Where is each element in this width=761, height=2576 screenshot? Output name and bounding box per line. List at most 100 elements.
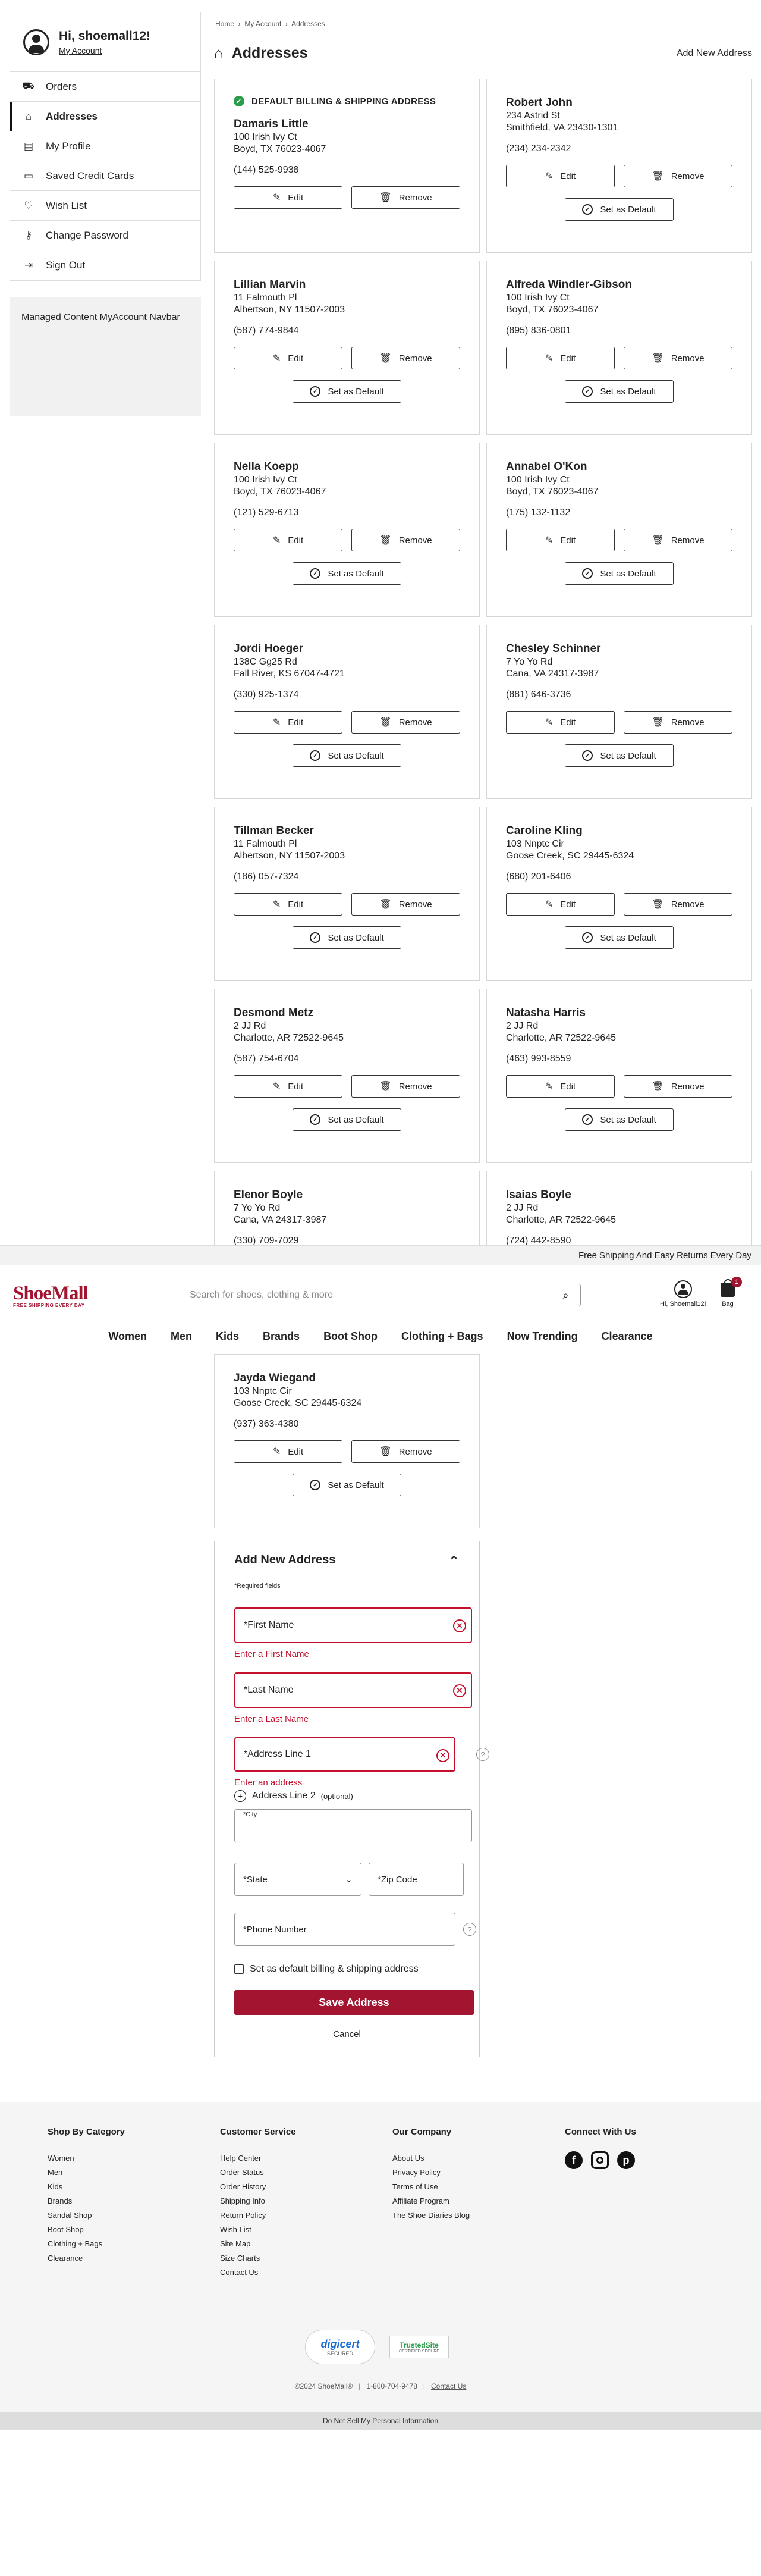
cancel-link[interactable]: Cancel [227,2029,467,2039]
digicert-badge[interactable]: digicert SECURED [305,2330,375,2364]
edit-address-button[interactable]: ✎ Edit [234,1075,342,1098]
remove-address-button[interactable]: 🗑 Remove [351,1075,460,1098]
footer-link[interactable]: Clearance [48,2251,125,2265]
footer-link[interactable]: Terms of Use [392,2180,470,2194]
remove-address-button[interactable]: 🗑 Remove [624,165,732,187]
remove-address-button[interactable]: 🗑 Remove [624,711,732,734]
do-not-sell-link[interactable]: Do Not Sell My Personal Information [0,2412,761,2430]
breadcrumb-home[interactable]: Home [215,20,234,28]
set-default-button[interactable]: ✓ Set as Default [565,198,674,221]
sidebar-item-my-profile[interactable]: ▤ My Profile [10,131,200,161]
edit-address-button[interactable]: ✎ Edit [506,893,615,916]
sidebar-item-wish-list[interactable]: ♡ Wish List [10,191,200,221]
sidebar-item-saved-credit-cards[interactable]: ▭ Saved Credit Cards [10,161,200,191]
footer-link[interactable]: Brands [48,2194,125,2208]
footer-link[interactable]: Clothing + Bags [48,2237,125,2251]
set-default-button[interactable]: ✓ Set as Default [565,1108,674,1131]
contact-us-link[interactable]: Contact Us [431,2382,466,2390]
footer-link[interactable]: Order Status [220,2166,296,2180]
set-default-button[interactable]: ✓ Set as Default [293,926,401,949]
set-default-button[interactable]: ✓ Set as Default [293,744,401,767]
footer-link[interactable]: Sandal Shop [48,2208,125,2223]
sidebar-item-orders[interactable]: ⛟ Orders [10,72,200,102]
nav-clothing-bags[interactable]: Clothing + Bags [389,1330,495,1343]
remove-address-button[interactable]: 🗑 Remove [624,529,732,551]
nav-clearance[interactable]: Clearance [590,1330,665,1343]
search-input[interactable] [180,1284,537,1306]
footer-link[interactable]: The Shoe Diaries Blog [392,2208,470,2223]
instagram-icon[interactable] [591,2151,609,2169]
footer-link[interactable]: Affiliate Program [392,2194,470,2208]
set-default-button[interactable]: ✓ Set as Default [565,380,674,403]
set-default-button[interactable]: ✓ Set as Default [293,1108,401,1131]
nav-boot-shop[interactable]: Boot Shop [312,1330,389,1343]
phone-number-field[interactable]: *Phone Number [234,1913,455,1946]
zip-code-field[interactable]: *Zip Code [369,1863,464,1896]
footer-link[interactable]: Shipping Info [220,2194,296,2208]
footer-link[interactable]: Order History [220,2180,296,2194]
nav-kids[interactable]: Kids [204,1330,251,1343]
edit-address-button[interactable]: ✎ Edit [234,893,342,916]
add-address-line2-button[interactable]: + Address Line 2 (optional) [234,1790,467,1802]
footer-link[interactable]: Men [48,2166,125,2180]
remove-address-button[interactable]: 🗑 Remove [624,347,732,369]
help-icon[interactable]: ? [463,1923,476,1936]
edit-address-button[interactable]: ✎ Edit [234,347,342,369]
city-field[interactable]: *City [234,1809,472,1842]
footer-link[interactable]: About Us [392,2151,470,2166]
nav-now-trending[interactable]: Now Trending [495,1330,590,1343]
set-default-button[interactable]: ✓ Set as Default [293,562,401,585]
remove-address-button[interactable]: 🗑 Remove [351,529,460,551]
remove-address-button[interactable]: 🗑 Remove [624,1075,732,1098]
sidebar-item-change-password[interactable]: ⚷ Change Password [10,221,200,250]
remove-address-button[interactable]: 🗑 Remove [351,711,460,734]
set-default-button[interactable]: ✓ Set as Default [565,562,674,585]
edit-address-button[interactable]: ✎ Edit [234,529,342,551]
remove-address-button[interactable]: 🗑 Remove [624,893,732,916]
edit-address-button[interactable]: ✎ Edit [506,529,615,551]
form-header[interactable]: Add New Address ⌃ [234,1553,459,1568]
footer-link[interactable]: Wish List [220,2223,296,2237]
first-name-field[interactable]: *First Name ✕ [234,1607,472,1643]
nav-women[interactable]: Women [96,1330,159,1343]
footer-link[interactable]: Site Map [220,2237,296,2251]
save-address-button[interactable]: Save Address [234,1990,474,2015]
help-icon[interactable]: ? [476,1748,489,1761]
pinterest-icon[interactable]: p [617,2151,635,2169]
footer-link[interactable]: Boot Shop [48,2223,125,2237]
edit-address-button[interactable]: ✎ Edit [506,347,615,369]
my-account-link[interactable]: My Account [59,46,150,55]
last-name-field[interactable]: *Last Name ✕ [234,1672,472,1708]
footer-link[interactable]: Size Charts [220,2251,296,2265]
edit-address-button[interactable]: ✎ Edit [506,711,615,734]
edit-address-button[interactable]: ✎ Edit [234,711,342,734]
nav-brands[interactable]: Brands [251,1330,312,1343]
set-default-button[interactable]: ✓ Set as Default [293,1474,401,1496]
nav-men[interactable]: Men [159,1330,204,1343]
edit-address-button[interactable]: ✎ Edit [234,1440,342,1463]
footer-link[interactable]: Return Policy [220,2208,296,2223]
set-default-button[interactable]: ✓ Set as Default [565,926,674,949]
facebook-icon[interactable]: f [565,2151,583,2169]
remove-address-button[interactable]: 🗑 Remove [351,347,460,369]
remove-address-button[interactable]: 🗑 Remove [351,186,460,209]
sidebar-item-addresses[interactable]: ⌂ Addresses [10,102,200,131]
bag-button[interactable]: 1 Bag [721,1277,742,1308]
set-default-button[interactable]: ✓ Set as Default [565,744,674,767]
footer-link[interactable]: Women [48,2151,125,2166]
footer-link[interactable]: Kids [48,2180,125,2194]
clear-error-icon[interactable]: ✕ [453,1619,466,1632]
clear-error-icon[interactable]: ✕ [436,1749,449,1762]
clear-error-icon[interactable]: ✕ [453,1684,466,1697]
default-address-checkbox[interactable] [234,1964,244,1974]
sidebar-item-sign-out[interactable]: ⇥ Sign Out [10,250,200,280]
shoemall-logo[interactable]: ShoeMall FREE SHIPPING EVERY DAY [13,1283,89,1308]
address-line1-field[interactable]: *Address Line 1 ✕ [234,1737,455,1772]
trustedsite-badge[interactable]: TrustedSite CERTIFIED SECURE [389,2336,449,2358]
user-account-button[interactable]: Hi, Shoemall12! [660,1280,706,1308]
set-default-button[interactable]: ✓ Set as Default [293,380,401,403]
remove-address-button[interactable]: 🗑 Remove [351,1440,460,1463]
edit-address-button[interactable]: ✎ Edit [506,165,615,187]
state-select[interactable]: *State ⌄ [234,1863,361,1896]
edit-address-button[interactable]: ✎ Edit [234,186,342,209]
